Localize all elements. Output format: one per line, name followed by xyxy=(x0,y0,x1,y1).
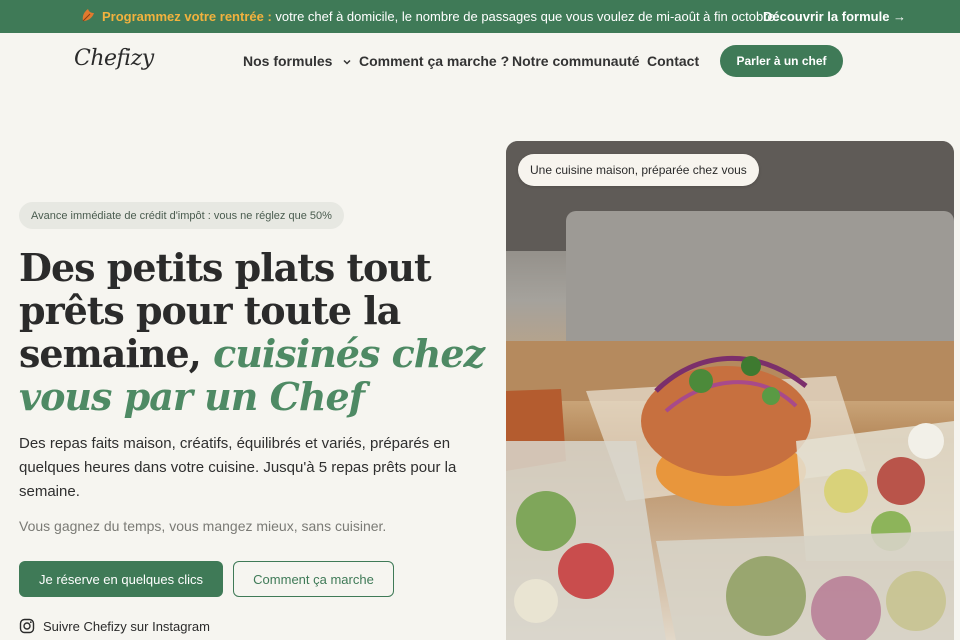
hero-description: Des repas faits maison, créatifs, équili… xyxy=(19,435,457,500)
meal-containers-illustration xyxy=(506,141,954,640)
logo[interactable]: Chefizy xyxy=(74,46,154,71)
promo-cta-link[interactable]: Découvrir la formule → xyxy=(763,9,906,24)
nav-item-formules[interactable]: Nos formules xyxy=(243,53,352,69)
nav-item-contact[interactable]: Contact xyxy=(647,53,699,69)
instagram-link[interactable]: Suivre Chefizy sur Instagram xyxy=(19,618,210,634)
tax-credit-badge: Avance immédiate de crédit d'impôt : vou… xyxy=(19,202,344,229)
nav-item-communaute[interactable]: Notre communauté xyxy=(512,53,640,69)
promo-highlight: Programmez votre rentrée : xyxy=(102,9,272,24)
chevron-down-icon xyxy=(343,60,351,65)
promo-text: Programmez votre rentrée : votre chef à … xyxy=(102,9,778,24)
page-title: Des petits plats tout prêts pour toute l… xyxy=(19,246,489,418)
book-button[interactable]: Je réserve en quelques clics xyxy=(19,561,223,597)
autumn-leaf-icon xyxy=(82,9,94,22)
hero-food-photo xyxy=(506,141,954,640)
promo-body: votre chef à domicile, le nombre de pass… xyxy=(271,9,779,24)
talk-to-chef-button[interactable]: Parler à un chef xyxy=(720,45,843,77)
nav-item-comment-ca-marche[interactable]: Comment ça marche ? xyxy=(359,53,509,69)
hero-subtext: Vous gagnez du temps, vous mangez mieux,… xyxy=(19,518,387,534)
nav-item-label: Nos formules xyxy=(243,53,333,69)
instagram-label: Suivre Chefizy sur Instagram xyxy=(43,618,210,634)
instagram-icon xyxy=(19,618,35,634)
photo-caption-badge: Une cuisine maison, préparée chez vous xyxy=(518,154,759,186)
how-it-works-button[interactable]: Comment ça marche xyxy=(233,561,394,597)
promo-banner: Programmez votre rentrée : votre chef à … xyxy=(0,0,960,33)
